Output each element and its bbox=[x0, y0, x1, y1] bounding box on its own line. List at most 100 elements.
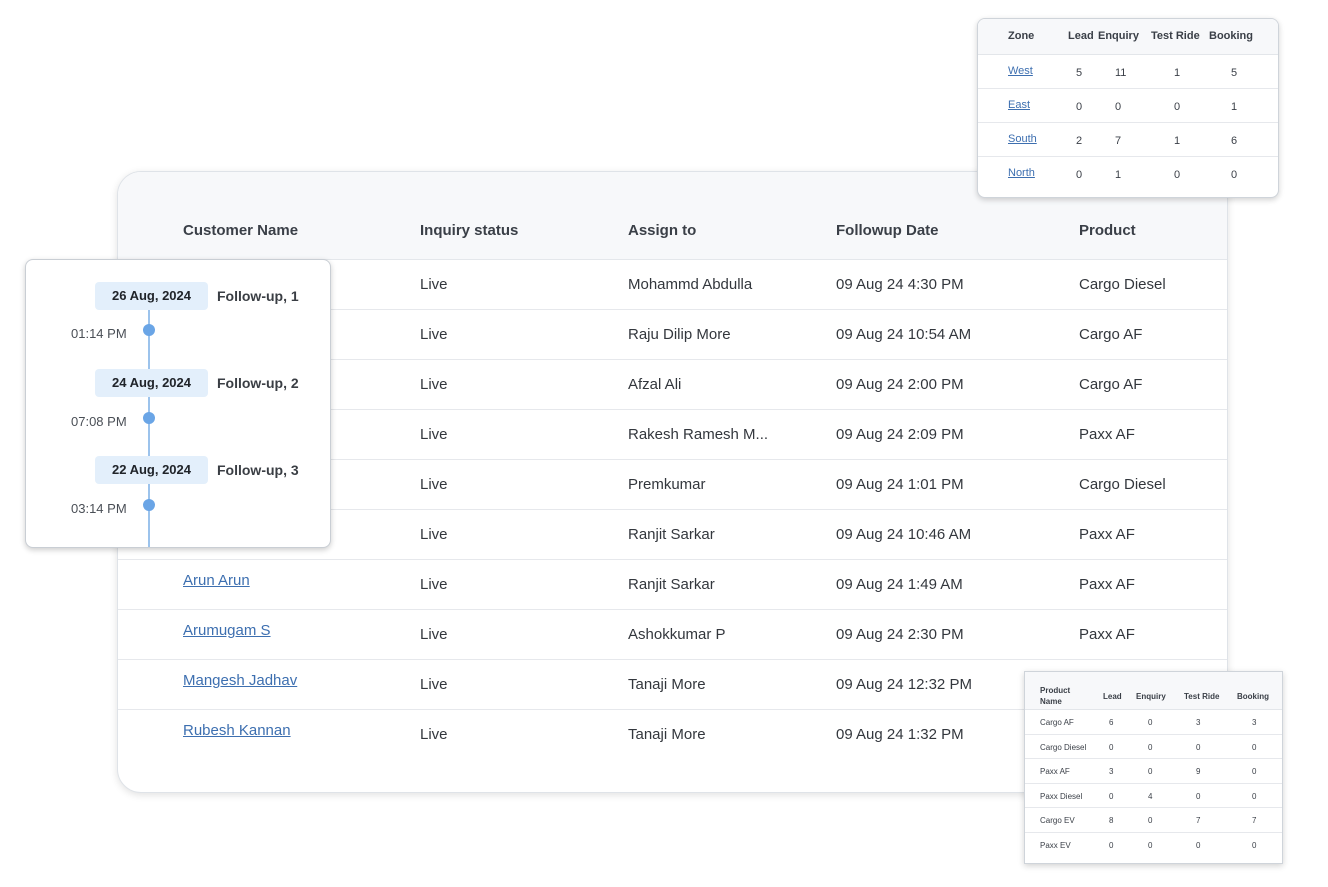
header-product-name-line1: Product bbox=[1040, 686, 1071, 695]
enquiry-count: 0 bbox=[1148, 718, 1153, 727]
booking-count: 0 bbox=[1252, 767, 1257, 776]
assigned-to: Premkumar bbox=[628, 476, 706, 493]
assigned-to: Ashokkumar P bbox=[628, 626, 726, 643]
lead-count: 0 bbox=[1076, 101, 1083, 113]
lead-count: 0 bbox=[1076, 169, 1083, 181]
timeline-dot-icon bbox=[143, 324, 155, 336]
followup-timeline-card: 26 Aug, 2024 Follow-up, 1 01:14 PM 24 Au… bbox=[25, 259, 331, 548]
zone-summary-card: Zone Lead Enquiry Test Ride Booking West… bbox=[977, 18, 1279, 198]
enquiry-count: 0 bbox=[1148, 767, 1153, 776]
timeline-dot-icon bbox=[143, 499, 155, 511]
booking-count: 6 bbox=[1231, 135, 1238, 147]
assigned-to: Afzal Ali bbox=[628, 376, 682, 393]
table-row: East 0 0 0 1 bbox=[978, 89, 1278, 123]
zone-link[interactable]: North bbox=[1008, 167, 1035, 179]
assigned-to: Tanaji More bbox=[628, 726, 706, 743]
followup-date: 09 Aug 24 2:30 PM bbox=[836, 626, 964, 643]
product-name: Paxx AF bbox=[1079, 526, 1135, 543]
customer-name-link[interactable]: Arumugam S bbox=[183, 622, 271, 639]
inquiry-status: Live bbox=[420, 476, 448, 493]
enquiry-count: 0 bbox=[1148, 840, 1153, 850]
enquiry-count: 0 bbox=[1148, 742, 1153, 752]
booking-count: 0 bbox=[1231, 169, 1238, 181]
header-booking: Booking bbox=[1209, 30, 1253, 42]
customer-name-link[interactable]: Arun Arun bbox=[183, 572, 250, 589]
timeline-date-chip: 22 Aug, 2024 bbox=[95, 456, 208, 484]
followup-date: 09 Aug 24 10:46 AM bbox=[836, 526, 972, 543]
lead-count: 0 bbox=[1109, 840, 1114, 850]
customer-name-link[interactable]: Mangesh Jadhav bbox=[183, 672, 297, 689]
enquiry-count: 4 bbox=[1148, 791, 1153, 801]
header-enquiry: Enquiry bbox=[1098, 30, 1139, 42]
assigned-to: Tanaji More bbox=[628, 676, 706, 693]
inquiry-status: Live bbox=[420, 626, 448, 643]
inquiry-status: Live bbox=[420, 326, 448, 343]
enquiry-count: 1 bbox=[1115, 169, 1122, 181]
zone-link[interactable]: East bbox=[1008, 99, 1030, 111]
test-ride-count: 0 bbox=[1196, 791, 1201, 801]
table-row: South 2 7 1 6 bbox=[978, 123, 1278, 157]
table-row: Cargo Diesel 0 0 0 0 bbox=[1025, 735, 1282, 759]
inquiry-status: Live bbox=[420, 576, 448, 593]
header-zone: Zone bbox=[1008, 30, 1035, 42]
product-summary-card: Product Name Lead Enquiry Test Ride Book… bbox=[1024, 671, 1283, 864]
lead-count: 3 bbox=[1109, 767, 1114, 776]
header-inquiry-status[interactable]: Inquiry status bbox=[420, 222, 518, 239]
lead-count: 0 bbox=[1109, 791, 1114, 801]
inquiry-status: Live bbox=[420, 526, 448, 543]
followup-date: 09 Aug 24 1:49 AM bbox=[836, 576, 963, 593]
test-ride-count: 0 bbox=[1196, 840, 1201, 850]
followup-date: 09 Aug 24 2:09 PM bbox=[836, 426, 964, 443]
assigned-to: Rakesh Ramesh M... bbox=[628, 426, 769, 443]
header-followup-date[interactable]: Followup Date bbox=[836, 222, 939, 239]
timeline-followup-label: Follow-up, 2 bbox=[217, 375, 299, 391]
enquiry-count: 7 bbox=[1115, 135, 1122, 147]
header-lead: Lead bbox=[1068, 30, 1094, 42]
product-name: Paxx AF bbox=[1040, 767, 1070, 776]
timeline-followup-label: Follow-up, 1 bbox=[217, 288, 299, 304]
table-row: Arun Arun Live Ranjit Sarkar 09 Aug 24 1… bbox=[118, 560, 1227, 610]
header-test-ride: Test Ride bbox=[1184, 692, 1220, 701]
followup-date: 09 Aug 24 10:54 AM bbox=[836, 326, 972, 343]
header-booking: Booking bbox=[1237, 692, 1269, 701]
customer-name-link[interactable]: Rubesh Kannan bbox=[183, 722, 291, 739]
timeline-time: 07:08 PM bbox=[71, 414, 127, 429]
followup-date: 09 Aug 24 2:00 PM bbox=[836, 376, 964, 393]
enquiry-count: 0 bbox=[1148, 816, 1153, 825]
inquiry-status: Live bbox=[420, 376, 448, 393]
product-name: Cargo Diesel bbox=[1079, 276, 1166, 293]
followup-date: 09 Aug 24 1:32 PM bbox=[836, 726, 964, 743]
lead-count: 8 bbox=[1109, 816, 1114, 825]
assigned-to: Raju Dilip More bbox=[628, 326, 731, 343]
timeline-line bbox=[148, 310, 150, 547]
inquiry-status: Live bbox=[420, 726, 448, 743]
product-name: Paxx EV bbox=[1040, 840, 1071, 850]
booking-count: 0 bbox=[1252, 742, 1257, 752]
product-table-header: Product Name Lead Enquiry Test Ride Book… bbox=[1025, 672, 1282, 710]
assigned-to: Mohammd Abdulla bbox=[628, 276, 753, 293]
followup-date: 09 Aug 24 4:30 PM bbox=[836, 276, 964, 293]
header-enquiry: Enquiry bbox=[1136, 692, 1166, 701]
product-name: Paxx Diesel bbox=[1040, 791, 1083, 801]
assigned-to: Ranjit Sarkar bbox=[628, 526, 715, 543]
table-row: Paxx AF 3 0 9 0 bbox=[1025, 759, 1282, 784]
product-name: Cargo EV bbox=[1040, 816, 1075, 825]
zone-link[interactable]: West bbox=[1008, 65, 1033, 77]
assigned-to: Ranjit Sarkar bbox=[628, 576, 715, 593]
test-ride-count: 3 bbox=[1196, 718, 1201, 727]
inquiry-status: Live bbox=[420, 276, 448, 293]
booking-count: 1 bbox=[1231, 101, 1238, 113]
product-name: Cargo AF bbox=[1079, 376, 1143, 393]
zone-link[interactable]: South bbox=[1008, 133, 1037, 145]
product-name: Cargo AF bbox=[1079, 326, 1143, 343]
table-row: Cargo AF 6 0 3 3 bbox=[1025, 710, 1282, 735]
timeline-time: 01:14 PM bbox=[71, 326, 127, 341]
header-customer-name[interactable]: Customer Name bbox=[183, 222, 298, 239]
table-row: North 0 1 0 0 bbox=[978, 157, 1278, 191]
booking-count: 0 bbox=[1252, 791, 1257, 801]
test-ride-count: 1 bbox=[1174, 135, 1181, 147]
test-ride-count: 1 bbox=[1174, 67, 1181, 79]
lead-count: 0 bbox=[1109, 742, 1114, 752]
header-product[interactable]: Product bbox=[1079, 222, 1136, 239]
header-assign-to[interactable]: Assign to bbox=[628, 222, 696, 239]
